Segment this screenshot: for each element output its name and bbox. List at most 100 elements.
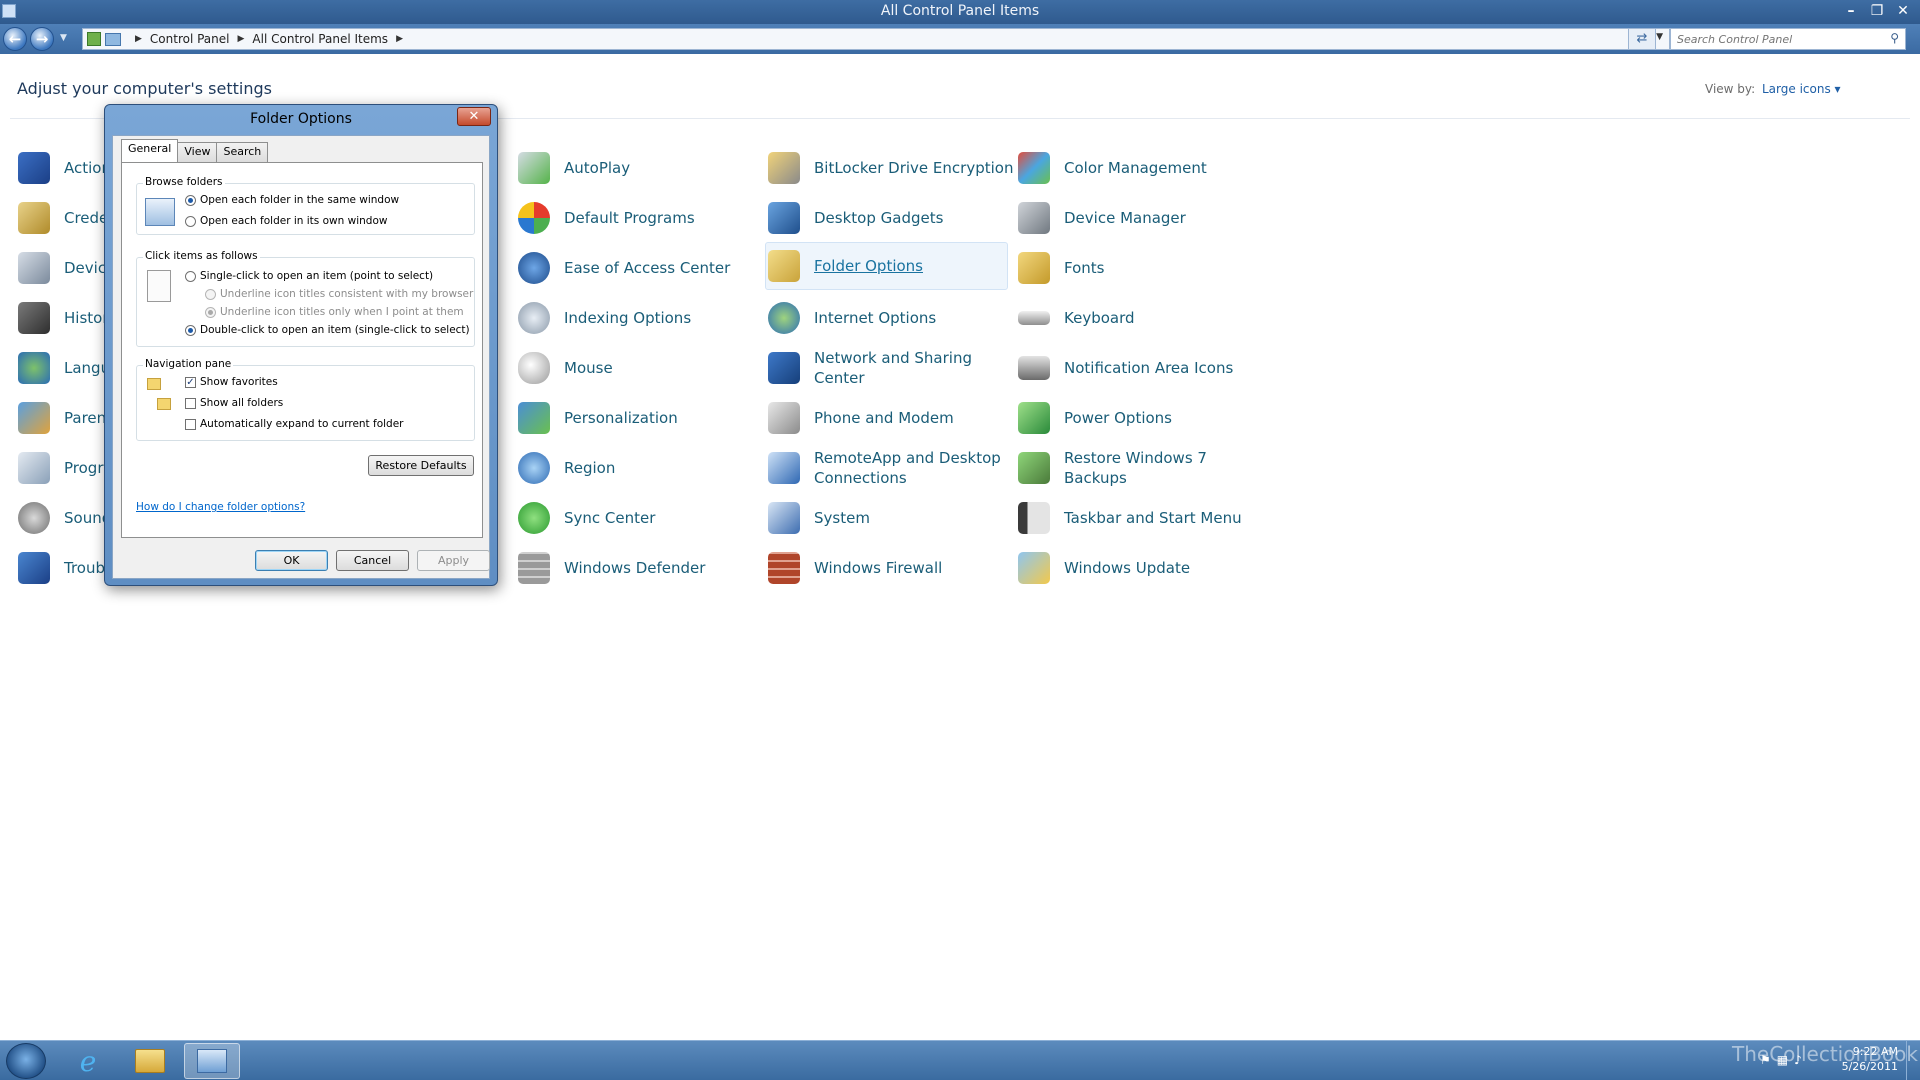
breadcrumb-separator-icon[interactable]: ▶ xyxy=(396,34,403,44)
breadcrumb-separator-icon[interactable]: ▶ xyxy=(135,34,142,44)
cp-item-fonts[interactable]: Fonts xyxy=(1018,244,1104,292)
internet-globe-icon xyxy=(768,302,800,334)
cp-item-troubleshooting[interactable]: Troub xyxy=(18,544,105,592)
search-input[interactable] xyxy=(1671,29,1871,49)
autoplay-icon xyxy=(518,152,550,184)
taskbar-control-panel[interactable] xyxy=(184,1043,240,1079)
cp-item-device-manager[interactable]: Device Manager xyxy=(1018,194,1186,242)
cp-item-restore-backups[interactable]: Restore Windows 7 Backups xyxy=(1018,444,1224,492)
dialog-body: General View Search Browse folders Open … xyxy=(112,135,490,579)
restore-button[interactable]: ❐ xyxy=(1866,1,1888,21)
cp-item-taskbar-start-menu[interactable]: Taskbar and Start Menu xyxy=(1018,494,1242,542)
tab-general[interactable]: General xyxy=(121,139,179,162)
cp-item-folder-options[interactable]: Folder Options xyxy=(765,242,1008,290)
system-tray-icons[interactable]: ⚑▦♪ xyxy=(1760,1053,1808,1067)
cp-item-windows-defender[interactable]: Windows Defender xyxy=(518,544,705,592)
cp-item-bitlocker[interactable]: BitLocker Drive Encryption xyxy=(768,144,1013,192)
ok-button[interactable]: OK xyxy=(255,550,328,571)
cp-item-internet-options[interactable]: Internet Options xyxy=(768,294,936,342)
start-button[interactable] xyxy=(6,1043,46,1079)
view-by-dropdown[interactable]: Large icons ▾ xyxy=(1762,82,1841,96)
region-globe-icon xyxy=(518,452,550,484)
cp-item-personalization[interactable]: Personalization xyxy=(518,394,678,442)
cp-item-indexing-options[interactable]: Indexing Options xyxy=(518,294,691,342)
cp-item-notification-area-icons[interactable]: Notification Area Icons xyxy=(1018,344,1233,392)
taskbar-icon xyxy=(1018,502,1050,534)
option-show-all-folders[interactable]: Show all folders xyxy=(185,397,283,409)
cp-item-sync-center[interactable]: Sync Center xyxy=(518,494,655,542)
cp-item-power-options[interactable]: Power Options xyxy=(1018,394,1172,442)
notification-icons-icon xyxy=(1018,356,1050,380)
fonts-icon xyxy=(1018,252,1050,284)
clock[interactable]: 9:22 AM 5/26/2011 xyxy=(1838,1044,1898,1074)
cp-item-keyboard[interactable]: Keyboard xyxy=(1018,294,1135,342)
radio-double-click[interactable] xyxy=(185,324,196,336)
folder-options-icon xyxy=(768,250,800,282)
option-single-click[interactable]: Single-click to open an item (point to s… xyxy=(185,270,433,282)
control-panel-icon xyxy=(105,32,121,46)
forward-button[interactable]: → xyxy=(30,27,54,51)
checkbox-show-favorites[interactable]: ✓ xyxy=(185,376,196,388)
cp-item-devices-printers[interactable]: Device xyxy=(18,244,115,292)
search-icon[interactable]: ⚲ xyxy=(1890,31,1899,45)
cp-item-parental-controls[interactable]: Parent xyxy=(18,394,112,442)
cp-item-credential-manager[interactable]: Crede xyxy=(18,194,108,242)
cp-item-mouse[interactable]: Mouse xyxy=(518,344,613,392)
back-button[interactable]: ← xyxy=(3,27,27,51)
cp-item-system[interactable]: System xyxy=(768,494,870,542)
address-dropdown-icon[interactable]: ▼ xyxy=(1656,32,1663,42)
cp-item-default-programs[interactable]: Default Programs xyxy=(518,194,695,242)
checkbox-auto-expand[interactable] xyxy=(185,418,196,430)
cp-item-autoplay[interactable]: AutoPlay xyxy=(518,144,630,192)
cp-item-windows-firewall[interactable]: Windows Firewall xyxy=(768,544,942,592)
accessibility-icon xyxy=(518,252,550,284)
cp-item-color-management[interactable]: Color Management xyxy=(1018,144,1207,192)
subfolder-icon xyxy=(157,398,171,410)
address-bar[interactable]: ▶ Control Panel ▶ All Control Panel Item… xyxy=(82,28,1670,50)
breadcrumb-control-panel[interactable]: Control Panel xyxy=(150,32,230,46)
cp-item-phone-modem[interactable]: Phone and Modem xyxy=(768,394,954,442)
tab-search[interactable]: Search xyxy=(216,142,269,162)
power-icon xyxy=(1018,402,1050,434)
option-same-window[interactable]: Open each folder in the same window xyxy=(185,194,399,206)
minimize-button[interactable]: – xyxy=(1840,1,1862,21)
cp-item-desktop-gadgets[interactable]: Desktop Gadgets xyxy=(768,194,943,242)
cp-item-programs-features[interactable]: Progr xyxy=(18,444,104,492)
tab-view[interactable]: View xyxy=(177,142,218,162)
radio-same-window[interactable] xyxy=(185,194,196,206)
folder-up-icon[interactable] xyxy=(87,32,101,46)
apply-button[interactable]: Apply xyxy=(417,550,490,571)
search-box[interactable]: ⚲ xyxy=(1670,28,1906,50)
cp-item-language[interactable]: Langu xyxy=(18,344,110,392)
cp-item-file-history[interactable]: Histor xyxy=(18,294,109,342)
cp-item-region[interactable]: Region xyxy=(518,444,615,492)
radio-own-window[interactable] xyxy=(185,215,196,227)
option-auto-expand[interactable]: Automatically expand to current folder xyxy=(185,418,404,430)
cp-item-sound[interactable]: Sound xyxy=(18,494,111,542)
option-own-window[interactable]: Open each folder in its own window xyxy=(185,215,387,227)
cp-item-network-sharing[interactable]: Network and Sharing Center xyxy=(768,344,1004,392)
refresh-button[interactable]: ⇄ xyxy=(1628,28,1656,50)
cancel-button[interactable]: Cancel xyxy=(336,550,409,571)
taskbar-explorer[interactable] xyxy=(122,1043,178,1079)
cp-item-ease-of-access[interactable]: Ease of Access Center xyxy=(518,244,730,292)
cp-item-remoteapp[interactable]: RemoteApp and Desktop Connections xyxy=(768,444,1004,492)
mouse-icon xyxy=(518,352,550,384)
cp-item-windows-update[interactable]: Windows Update xyxy=(1018,544,1190,592)
close-window-button[interactable]: ✕ xyxy=(1892,1,1914,21)
restore-defaults-button[interactable]: Restore Defaults xyxy=(368,455,474,476)
checkbox-show-all-folders[interactable] xyxy=(185,397,196,409)
dialog-close-button[interactable]: ✕ xyxy=(457,107,491,126)
taskbar-internet-explorer[interactable]: e xyxy=(60,1043,116,1079)
cp-item-action-center[interactable]: Action xyxy=(18,144,111,192)
navigation-pane-group: Navigation pane ✓ Show favorites Show all… xyxy=(136,358,475,441)
radio-single-click[interactable] xyxy=(185,270,196,282)
recent-pages-dropdown[interactable]: ▼ xyxy=(60,33,67,43)
breadcrumb-separator-icon[interactable]: ▶ xyxy=(238,34,245,44)
view-by-label: View by: xyxy=(1705,82,1756,96)
help-link[interactable]: How do I change folder options? xyxy=(136,501,305,513)
breadcrumb-all-items[interactable]: All Control Panel Items xyxy=(252,32,388,46)
option-double-click[interactable]: Double-click to open an item (single-cli… xyxy=(185,324,470,336)
browse-window-icon xyxy=(145,198,175,226)
option-show-favorites[interactable]: ✓ Show favorites xyxy=(185,376,278,388)
